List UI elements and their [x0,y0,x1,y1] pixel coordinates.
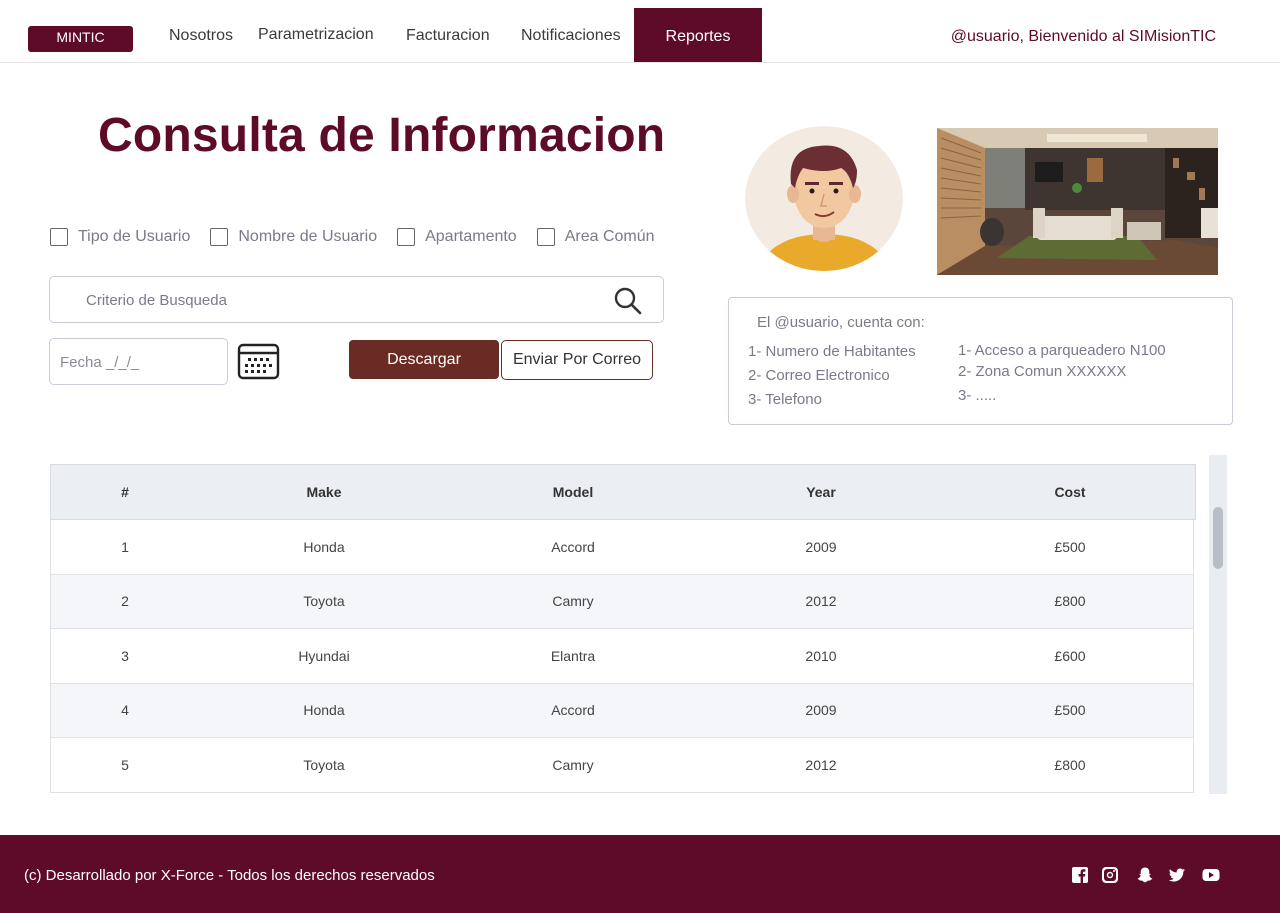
table-cell: Camry [552,756,594,773]
column-header[interactable]: # [51,465,199,519]
nav-item-notificaciones[interactable]: Notificaciones [521,27,621,45]
table-cell: 1 [121,538,129,555]
snapchat-icon[interactable] [1136,866,1154,884]
calendar-icon[interactable] [237,342,280,380]
info-item: 2- Zona Comun XXXXXX [958,363,1127,380]
table-cell: Hyundai [298,647,350,664]
table-cell: 5 [121,756,129,773]
info-header: El @usuario, cuenta con: [757,314,925,331]
nav-item-parametrizacion[interactable]: Parametrizacion [258,26,374,44]
info-item: 2- Correo Electronico [748,367,890,384]
info-item: 3- Telefono [748,391,822,408]
search-icon[interactable] [613,286,643,316]
table-row[interactable]: 5 Toyota Camry 2012 £800 [50,738,1194,793]
table-cell: Honda [303,538,345,555]
checkbox[interactable] [536,228,555,246]
info-item: 3- ..... [958,387,997,404]
table-cell: £600 [1054,647,1086,664]
table-cell: Camry [552,593,594,610]
data-table: # Make Model Year Cost 1 Honda Accord 2009 £… [50,464,1196,794]
page-title: Consulta de Informacion [98,109,666,162]
info-item: 1- Acceso a parqueadero N100 [958,342,1166,359]
table-cell: Toyota [303,756,345,773]
table-row[interactable]: 3 Hyundai Elantra 2010 £600 [50,629,1194,684]
table-cell: 2009 [805,702,837,719]
date-field [49,338,228,385]
nav-item-facturacion[interactable]: Facturacion [406,27,490,45]
table-cell: Accord [551,538,595,555]
table-cell: £800 [1054,593,1086,610]
table-cell: Toyota [303,593,345,610]
table-cell: 2012 [805,593,837,610]
table-cell: Accord [551,702,595,719]
facebook-icon[interactable] [1071,866,1089,884]
table-cell: 2012 [805,756,837,773]
nav-item-reportes[interactable]: Reportes [634,8,762,62]
navbar: MINTIC Nosotros Parametrizacion Facturac… [0,0,1280,63]
download-button[interactable]: Descargar [349,340,499,379]
checkbox[interactable] [210,228,229,246]
column-header[interactable]: Make [199,465,449,519]
table-row[interactable]: 4 Honda Accord 2009 £500 [50,683,1194,738]
info-item: 1- Numero de Habitantes [748,343,916,360]
search-box [49,276,664,323]
table-scrollbar[interactable] [1209,455,1227,794]
footer: (c) Desarrollado por X-Force - Todos los… [0,835,1280,913]
send-email-button[interactable]: Enviar Por Correo [501,340,653,380]
filter-tipo-usuario[interactable]: Tipo de Usuario [50,228,190,246]
table-cell: 2009 [805,538,837,555]
table-cell: 3 [121,647,129,664]
table-row[interactable]: 1 Honda Accord 2009 £500 [50,520,1194,575]
column-header[interactable]: Model [449,465,697,519]
youtube-icon[interactable] [1202,866,1220,884]
room-photo [937,128,1218,275]
table-cell: £500 [1054,702,1086,719]
table-cell: Honda [303,702,345,719]
welcome-message: @usuario, Bienvenido al SIMisionTIC [950,28,1216,45]
twitter-icon[interactable] [1168,866,1186,884]
search-input[interactable] [86,287,586,313]
checkbox-label: Tipo de Usuario [78,228,191,245]
scrollbar-thumb[interactable] [1213,507,1223,569]
checkbox[interactable] [50,228,68,246]
filter-apartamento[interactable]: Apartamento [397,228,517,246]
table-cell: 2 [121,593,129,610]
info-right-list: 1- Acceso a parqueadero N100 2- Zona Com… [958,340,1166,406]
filter-nombre-usuario[interactable]: Nombre de Usuario [210,228,377,246]
footer-copyright: (c) Desarrollado por X-Force - Todos los… [24,867,435,884]
date-input[interactable] [60,349,220,375]
column-header[interactable]: Year [697,465,945,519]
table-header: # Make Model Year Cost [50,464,1196,520]
checkbox[interactable] [397,228,416,246]
table-cell: £500 [1054,538,1086,555]
filter-area-comun[interactable]: Area Común [536,228,655,246]
checkbox-label: Apartamento [425,228,517,245]
user-avatar [745,126,903,271]
info-left-list: 1- Numero de Habitantes 2- Correo Electr… [748,340,916,412]
nav-item-nosotros[interactable]: Nosotros [169,27,233,45]
user-info-box: El @usuario, cuenta con: 1- Numero de Ha… [728,297,1233,425]
table-cell: £800 [1054,756,1086,773]
table-cell: Elantra [550,647,596,664]
column-header[interactable]: Cost [945,465,1195,519]
checkbox-label: Area Común [564,228,655,245]
instagram-icon[interactable] [1101,866,1119,884]
brand-logo[interactable]: MINTIC [28,26,133,52]
table-cell: 2010 [805,647,837,664]
table-row[interactable]: 2 Toyota Camry 2012 £800 [50,574,1194,629]
checkbox-label: Nombre de Usuario [238,228,378,245]
filter-checkboxes: Tipo de Usuario Nombre de Usuario Aparta… [50,226,655,248]
table-cell: 4 [121,702,129,719]
